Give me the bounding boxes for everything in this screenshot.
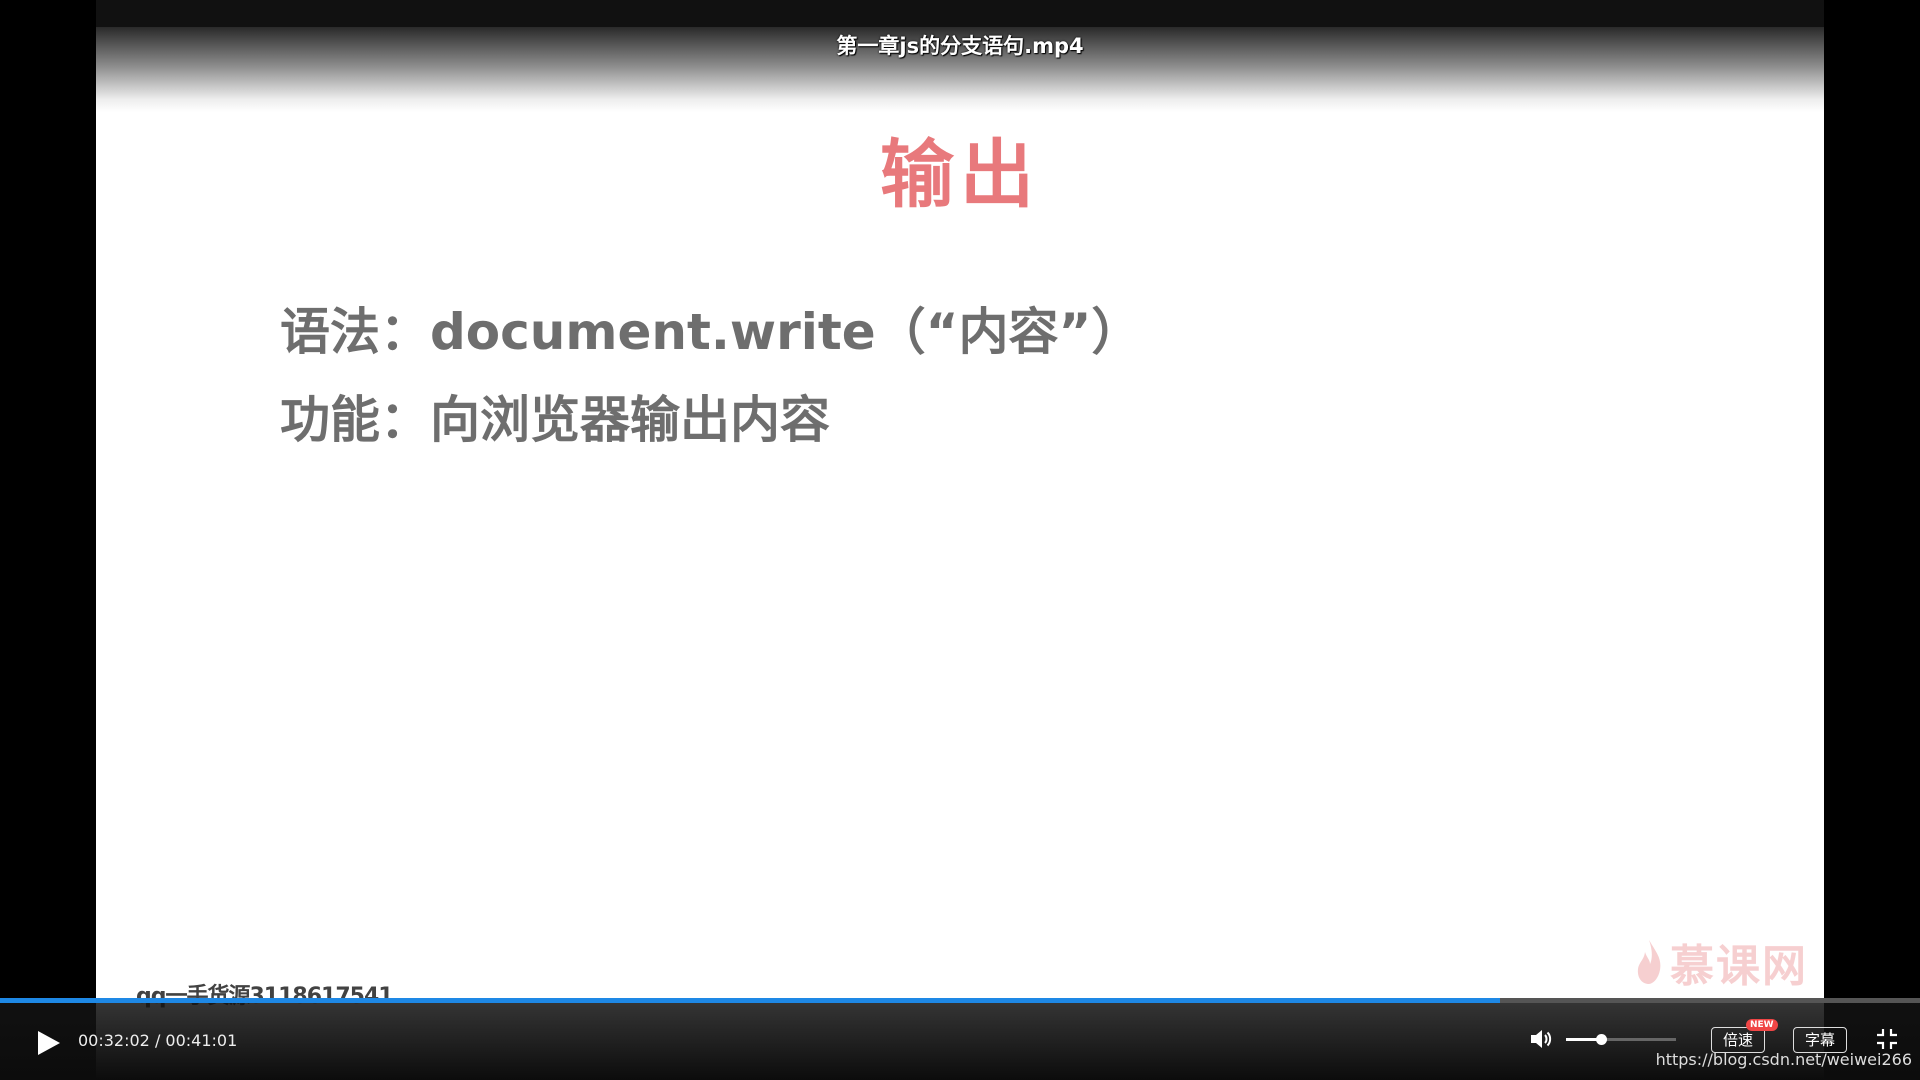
volume-button[interactable] xyxy=(1528,1026,1554,1052)
play-button[interactable] xyxy=(30,1026,66,1060)
brand-watermark-text: 慕课网 xyxy=(1670,941,1808,992)
video-player: 第一章js的分支语句.mp4 输出 语法：document.write（“内容”… xyxy=(0,0,1920,1080)
slide-syntax-line: 语法：document.write（“内容”） xyxy=(280,303,1142,361)
exit-fullscreen-icon xyxy=(1877,1029,1897,1049)
new-badge: NEW xyxy=(1746,1019,1778,1031)
time-display: 00:32:02 / 00:41:01 xyxy=(78,1031,238,1050)
blog-url-watermark: https://blog.csdn.net/weiwei266 xyxy=(1655,1050,1912,1069)
speaker-icon xyxy=(1531,1030,1552,1048)
volume-slider[interactable] xyxy=(1566,1034,1676,1045)
volume-knob[interactable] xyxy=(1596,1034,1608,1045)
flame-icon xyxy=(1637,940,1661,984)
progress-fill xyxy=(0,998,1500,1003)
video-title: 第一章js的分支语句.mp4 xyxy=(836,34,1084,58)
brand-watermark: 慕课网 xyxy=(1634,930,1808,994)
slide-function-line: 功能：向浏览器输出内容 xyxy=(280,391,830,449)
video-frame[interactable]: 第一章js的分支语句.mp4 输出 语法：document.write（“内容”… xyxy=(96,0,1824,1080)
control-bar: 00:32:02 / 00:41:01 倍速 NEW 字幕 xyxy=(0,998,1920,1080)
video-top-bar xyxy=(96,0,1824,27)
play-icon xyxy=(38,1031,60,1055)
exit-fullscreen-button[interactable] xyxy=(1876,1028,1898,1050)
slide-heading: 输出 xyxy=(880,132,1040,218)
progress-bar[interactable] xyxy=(0,998,1920,1003)
